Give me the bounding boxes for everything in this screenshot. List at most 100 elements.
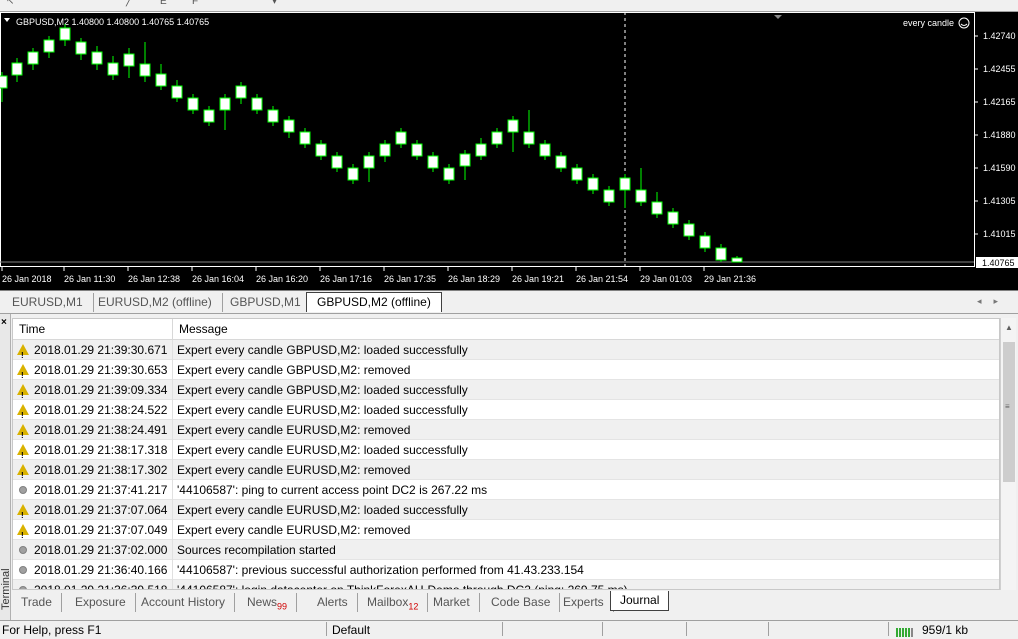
fibonacci-icon[interactable]: E (160, 0, 174, 8)
row-time: 2018.01.29 21:38:17.318 (34, 443, 168, 457)
tab-scroll-arrows-icon[interactable]: ◂▸ (977, 296, 1010, 307)
time-label: 26 Jan 17:35 (384, 274, 436, 284)
warning-icon (16, 460, 30, 486)
candle-body (651, 201, 663, 215)
fan-tool-icon[interactable]: F (192, 0, 206, 8)
row-message: Expert every candle EURUSD,M2: loaded su… (177, 443, 468, 457)
column-header-time[interactable]: Time (13, 319, 173, 340)
warning-icon (16, 520, 30, 546)
column-divider (172, 340, 173, 360)
column-header-message[interactable]: Message (173, 319, 999, 340)
time-label: 26 Jan 18:29 (448, 274, 500, 284)
tab-gbpusd-m1[interactable]: GBPUSD,M1 (220, 293, 311, 312)
line-tool-icon[interactable]: ╱ (126, 0, 140, 8)
table-row[interactable]: 2018.01.29 21:36:40.166 '44106587': previ… (13, 560, 999, 580)
journal-header: Time Message (13, 319, 999, 340)
time-label: 29 Jan 01:03 (640, 274, 692, 284)
candle-body (347, 167, 359, 181)
tab-exposure[interactable]: Exposure (66, 593, 136, 612)
table-row[interactable]: 2018.01.29 21:39:30.653 Expert every cand… (13, 360, 999, 386)
table-row[interactable]: 2018.01.29 21:36:39.518 '44106587': login… (13, 580, 999, 589)
terminal-tabs: Trade Exposure Account History News99 Alerts… (12, 591, 1018, 613)
price-label: 1.42455 (983, 64, 1016, 74)
candle-body (219, 97, 231, 111)
warning-icon (16, 380, 30, 406)
tab-experts[interactable]: Experts (554, 593, 614, 612)
price-chart[interactable]: GBPUSD,M2 1.40800 1.40800 1.40765 1.4076… (0, 12, 1018, 290)
candle-body (59, 27, 71, 41)
row-time: 2018.01.29 21:38:24.522 (34, 403, 168, 417)
plot-frame (0, 12, 975, 267)
time-label: 26 Jan 16:04 (192, 274, 244, 284)
divider (502, 622, 503, 636)
scroll-up-icon[interactable]: ▲ (1005, 323, 1013, 332)
tab-trade[interactable]: Trade (12, 593, 62, 612)
tab-alerts[interactable]: Alerts (308, 593, 358, 612)
tab-label: Code Base (491, 595, 551, 609)
info-icon (16, 580, 30, 589)
row-message: Expert every candle EURUSD,M2: loaded su… (177, 503, 468, 517)
vertical-scrollbar[interactable]: ▲ ≡ (1000, 318, 1016, 590)
connection-bars-icon (896, 628, 913, 637)
table-row[interactable]: 2018.01.29 21:39:09.334 Expert every cand… (13, 380, 999, 406)
tab-news[interactable]: News99 (238, 593, 298, 612)
column-divider (172, 500, 173, 520)
candle-body (27, 51, 39, 65)
tab-journal[interactable]: Journal (610, 591, 670, 611)
candle-body (363, 155, 375, 169)
tab-code-base[interactable]: Code Base (482, 593, 561, 612)
warning-icon (16, 340, 30, 366)
candle-body (475, 143, 487, 157)
column-divider (172, 520, 173, 540)
time-label: 26 Jan 19:21 (512, 274, 564, 284)
candle-body (91, 51, 103, 65)
dropdown-arrow-icon[interactable]: ▾ (272, 0, 286, 8)
smiley-icon (958, 17, 970, 29)
scroll-thumb[interactable] (1003, 342, 1015, 482)
row-time: 2018.01.29 21:37:07.049 (34, 523, 168, 537)
tab-mailbox[interactable]: Mailbox12 (358, 593, 429, 612)
arrow-cursor-icon[interactable]: ↖ (6, 0, 20, 8)
warning-icon (16, 440, 30, 466)
table-row[interactable]: 2018.01.29 21:38:17.302 Expert every cand… (13, 460, 999, 486)
candle-body (11, 62, 23, 76)
divider (602, 622, 603, 636)
tab-eurusd-m2-offline[interactable]: EURUSD,M2 (offline) (88, 293, 223, 312)
table-row[interactable]: 2018.01.29 21:37:07.049 Expert every cand… (13, 520, 999, 546)
toolbar: ↖ ╱ E F ▾ (0, 0, 1018, 12)
candle-body (603, 189, 615, 203)
table-row[interactable]: 2018.01.29 21:38:24.491 Expert every cand… (13, 420, 999, 446)
tab-market[interactable]: Market (424, 593, 480, 612)
chart-menu-icon (4, 18, 10, 22)
price-label: 1.42165 (983, 97, 1016, 107)
candle-body (251, 97, 263, 111)
tab-account-history[interactable]: Account History (132, 593, 236, 612)
journal-rows: 2018.01.29 21:39:30.671 Expert every cand… (13, 340, 999, 589)
current-price-label: 1.40765 (982, 258, 1015, 268)
tab-eurusd-m1[interactable]: EURUSD,M1 (2, 293, 94, 312)
candle-body (43, 39, 55, 53)
traffic-counter: 959/1 kb (922, 623, 969, 637)
table-row[interactable]: 2018.01.29 21:37:02.000 Sources recompila… (13, 540, 999, 560)
tab-badge: 99 (277, 601, 288, 612)
candle-body (443, 167, 455, 181)
row-time: 2018.01.29 21:38:17.302 (34, 463, 168, 477)
table-row[interactable]: 2018.01.29 21:38:24.522 Expert every cand… (13, 400, 999, 426)
warning-icon (16, 360, 30, 386)
candle-body (203, 109, 215, 123)
column-divider (172, 440, 173, 460)
row-message: Expert every candle EURUSD,M2: removed (177, 523, 411, 537)
close-icon[interactable]: × (1, 317, 7, 328)
table-row[interactable]: 2018.01.29 21:39:30.671 Expert every cand… (13, 340, 999, 366)
candlestick-chart: GBPUSD,M2 1.40800 1.40800 1.40765 1.4076… (0, 12, 1018, 284)
info-icon (16, 560, 30, 580)
table-row[interactable]: 2018.01.29 21:38:17.318 Expert every cand… (13, 440, 999, 466)
column-divider (172, 460, 173, 480)
chart-tabs: EURUSD,M1 EURUSD,M2 (offline) GBPUSD,M1 … (0, 290, 1018, 312)
column-divider (172, 580, 173, 589)
table-row[interactable]: 2018.01.29 21:37:41.217 '44106587': ping … (13, 480, 999, 500)
candle-body (587, 177, 599, 191)
candle-body (299, 131, 311, 145)
tab-gbpusd-m2-offline[interactable]: GBPUSD,M2 (offline) (306, 292, 442, 312)
table-row[interactable]: 2018.01.29 21:37:07.064 Expert every cand… (13, 500, 999, 526)
